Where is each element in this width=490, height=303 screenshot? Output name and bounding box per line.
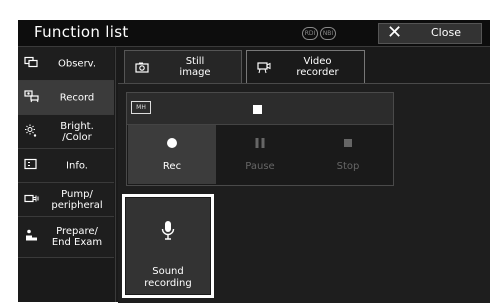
- tab-label: Video recorder: [296, 56, 339, 78]
- sidebar-item-record[interactable]: Record: [18, 81, 114, 115]
- info-icon: [24, 158, 38, 173]
- sidebar-item-label: Prepare/ End Exam: [51, 226, 103, 248]
- brightness-icon: [24, 123, 38, 140]
- close-button[interactable]: ✕ Close: [378, 22, 482, 44]
- pause-button[interactable]: Pause: [216, 125, 304, 184]
- record-icon: [24, 89, 40, 106]
- rdi-mode-icon: RDI: [302, 27, 318, 40]
- observation-icon: [24, 56, 38, 71]
- rec-button[interactable]: Rec: [128, 125, 216, 184]
- stop-button[interactable]: Stop: [304, 125, 392, 184]
- window-title: Function list: [34, 23, 129, 41]
- video-recorder-icon: [257, 62, 271, 77]
- microphone-icon: [161, 220, 175, 246]
- sidebar-item-observ[interactable]: Observ.: [18, 47, 114, 81]
- sidebar: Observ. Record Bright. /Color Info. Pump…: [18, 47, 116, 302]
- sidebar-item-label: Info.: [66, 160, 88, 171]
- record-dot-icon: [128, 137, 216, 149]
- recorder-status-bar: MH: [127, 93, 393, 125]
- rec-label: Rec: [162, 161, 182, 172]
- sidebar-item-label: Bright. /Color: [60, 120, 94, 143]
- pause-label: Pause: [245, 161, 275, 172]
- video-recorder-panel: MH Rec Pause Stop: [126, 92, 394, 186]
- sound-recording-button[interactable]: Sound recording: [122, 194, 214, 298]
- tab-video-recorder[interactable]: Video recorder: [246, 50, 365, 85]
- tab-label: Still image: [179, 56, 211, 78]
- sound-recording-label: Sound recording: [144, 266, 192, 289]
- sidebar-item-label: Observ.: [57, 58, 96, 69]
- pause-icon: [216, 137, 304, 149]
- function-list-window: Function list RDI NBI ✕ Close Observ. Re…: [18, 20, 490, 303]
- sidebar-item-label: Pump/ peripheral: [51, 188, 103, 211]
- pump-icon: [24, 193, 40, 206]
- stop-label: Stop: [336, 161, 360, 172]
- close-icon: ✕: [387, 22, 403, 43]
- sidebar-item-pump-peripheral[interactable]: Pump/ peripheral: [18, 183, 114, 217]
- media-hub-icon: MH: [131, 101, 151, 114]
- stopped-indicator-icon: [253, 105, 262, 114]
- tab-still-image[interactable]: Still image: [124, 50, 242, 85]
- close-label: Close: [431, 26, 461, 39]
- sidebar-item-prepare-end-exam[interactable]: Prepare/ End Exam: [18, 217, 114, 258]
- sidebar-item-info[interactable]: Info.: [18, 149, 114, 183]
- title-bar: Function list RDI NBI ✕ Close: [18, 20, 490, 47]
- nbi-mode-icon: NBI: [320, 27, 336, 40]
- sidebar-item-bright-color[interactable]: Bright. /Color: [18, 115, 114, 149]
- stop-icon: [304, 137, 392, 149]
- prepare-icon: [24, 229, 38, 246]
- sound-recording-face: Sound recording: [126, 198, 210, 294]
- camera-icon: [135, 62, 149, 76]
- sidebar-item-label: Record: [59, 92, 95, 103]
